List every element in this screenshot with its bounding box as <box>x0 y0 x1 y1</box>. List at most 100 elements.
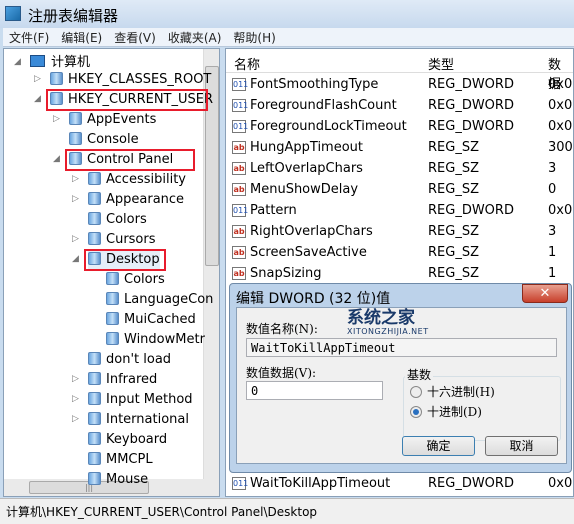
folder-icon <box>88 372 101 385</box>
list-row[interactable]: ab LeftOverlapChars REG_SZ 3 <box>226 158 573 179</box>
value-data: 3 <box>548 224 557 239</box>
reg-dword-icon: 011 <box>232 120 249 133</box>
tree-node[interactable]: WindowMetr <box>106 330 205 350</box>
tree-node[interactable]: Appearance <box>88 190 184 210</box>
menu-edit[interactable]: 编辑(E) <box>55 28 108 47</box>
tree-node[interactable]: Infrared <box>88 370 157 390</box>
list-row-waittokillapptimeout[interactable]: 011 WaitToKillAppTimeout REG_DWORD 0x00 <box>226 473 573 494</box>
value-name: RightOverlapChars <box>250 224 373 239</box>
value-type: REG_DWORD <box>428 476 514 491</box>
tree-vertical-scrollbar[interactable] <box>203 49 219 481</box>
tree-node[interactable]: Keyboard <box>88 430 167 450</box>
tree-node-label: don't load <box>106 352 172 367</box>
tree-node[interactable]: International <box>88 410 189 430</box>
folder-icon <box>106 312 119 325</box>
value-name: ScreenSaveActive <box>250 245 367 260</box>
watermark-sub: XITONGZHIJIA.NET <box>347 327 429 336</box>
tree-node[interactable]: Input Method <box>88 390 193 410</box>
decimal-radio[interactable]: 十进制(D) <box>410 403 482 420</box>
list-row[interactable]: 011 FontSmoothingType REG_DWORD 0x00 <box>226 74 573 95</box>
hex-radio[interactable]: 十六进制(H) <box>410 383 495 400</box>
list-header: 名称 类型 数据 <box>226 49 573 92</box>
tree-node[interactable]: MuiCached <box>106 310 196 330</box>
folder-icon <box>88 392 101 405</box>
tree-node[interactable]: don't load <box>88 350 171 370</box>
list-row[interactable]: ab MenuShowDelay REG_SZ 0 <box>226 179 573 200</box>
value-data-input[interactable]: 0 <box>246 381 383 400</box>
list-row[interactable]: 011 ForegroundFlashCount REG_DWORD 0x00 <box>226 95 573 116</box>
expand-arrow-icon[interactable]: ▷ <box>72 174 79 184</box>
list-row[interactable]: 011 Pattern REG_DWORD 0x00 <box>226 200 573 221</box>
title-bar: 注册表编辑器 <box>0 0 574 28</box>
list-row[interactable]: 011 ForegroundLockTimeout REG_DWORD 0x00 <box>226 116 573 137</box>
tree-node-label: Keyboard <box>106 432 168 447</box>
list-row[interactable]: ab ScreenSaveActive REG_SZ 1 <box>226 242 573 263</box>
column-name[interactable]: 名称 <box>234 54 260 73</box>
close-button[interactable]: ✕ <box>522 284 568 303</box>
tree-node[interactable]: Colors <box>106 270 165 290</box>
expand-arrow-icon[interactable]: ▷ <box>72 414 79 424</box>
registry-tree: ||| ◢ 计算机 ▷ HKEY_CLASSES_ROOT ◢ HKEY_CURRENT_… <box>3 48 220 497</box>
tree-node[interactable]: HKEY_CLASSES_ROOT <box>50 70 211 90</box>
menu-file[interactable]: 文件(F) <box>3 28 55 47</box>
folder-icon <box>88 192 101 205</box>
value-name: SnapSizing <box>250 266 322 281</box>
folder-icon <box>106 272 119 285</box>
value-type: REG_SZ <box>428 182 479 197</box>
menu-help[interactable]: 帮助(H) <box>227 28 281 47</box>
radio-selected-icon <box>410 406 422 418</box>
expand-arrow-icon[interactable]: ▷ <box>53 114 60 124</box>
ok-button[interactable]: 确定 <box>402 436 475 456</box>
tree-node-label: HKEY_CLASSES_ROOT <box>68 72 212 87</box>
tree-node-label: Console <box>87 132 139 147</box>
expand-arrow-icon[interactable]: ▷ <box>72 194 79 204</box>
value-data: 1 <box>548 245 557 260</box>
list-row[interactable]: ab SnapSizing REG_SZ 1 <box>226 263 573 284</box>
column-type[interactable]: 类型 <box>428 54 454 73</box>
dialog-body: 数值名称(N): WaitToKillAppTimeout 系统之家 XITONG… <box>236 307 567 464</box>
value-data: 3 <box>548 161 557 176</box>
tree-node-label: Accessibility <box>106 172 186 187</box>
tree-node[interactable]: Mouse <box>88 470 148 490</box>
tree-node[interactable]: Accessibility <box>88 170 186 190</box>
menu-view[interactable]: 查看(V) <box>108 28 162 47</box>
list-row[interactable]: ab HungAppTimeout REG_SZ 3000 <box>226 137 573 158</box>
value-data: 3000 <box>548 140 573 155</box>
reg-dword-icon: 011 <box>232 477 249 490</box>
reg-dword-icon: 011 <box>232 78 249 91</box>
menu-favorites[interactable]: 收藏夹(A) <box>162 28 228 47</box>
tree-node[interactable]: LanguageCon <box>106 290 213 310</box>
cancel-button[interactable]: 取消 <box>485 436 558 456</box>
value-name: WaitToKillAppTimeout <box>250 476 391 491</box>
collapse-arrow-icon[interactable]: ◢ <box>53 154 60 164</box>
reg-sz-icon: ab <box>232 267 246 280</box>
tree-node-label: Colors <box>124 272 165 287</box>
list-row[interactable]: ab RightOverlapChars REG_SZ 3 <box>226 221 573 242</box>
tree-node[interactable]: MMCPL <box>88 450 153 470</box>
folder-icon <box>88 232 101 245</box>
tree-node[interactable]: Console <box>69 130 139 150</box>
tree-node[interactable]: Cursors <box>88 230 156 250</box>
folder-icon <box>88 452 101 465</box>
value-type: REG_SZ <box>428 266 479 281</box>
expand-arrow-icon[interactable]: ▷ <box>34 74 41 84</box>
edit-dword-dialog: 编辑 DWORD (32 位)值 ✕ 数值名称(N): WaitToKillAp… <box>229 283 572 473</box>
tree-node-label: MuiCached <box>124 312 196 327</box>
tree-node-label: LanguageCon <box>124 292 214 307</box>
reg-sz-icon: ab <box>232 225 246 238</box>
value-type: REG_SZ <box>428 140 479 155</box>
folder-icon <box>88 472 101 485</box>
expand-arrow-icon[interactable]: ▷ <box>72 394 79 404</box>
collapse-arrow-icon[interactable]: ◢ <box>14 57 21 67</box>
tree-node[interactable]: Colors <box>88 210 147 230</box>
tree-node-label: WindowMetr <box>124 332 205 347</box>
expand-arrow-icon[interactable]: ▷ <box>72 234 79 244</box>
tree-node[interactable]: AppEvents <box>69 110 156 130</box>
collapse-arrow-icon[interactable]: ◢ <box>72 254 79 264</box>
value-type: REG_DWORD <box>428 119 514 134</box>
expand-arrow-icon[interactable]: ▷ <box>72 374 79 384</box>
collapse-arrow-icon[interactable]: ◢ <box>34 94 41 104</box>
value-data-label: 数值数据(V): <box>246 366 317 380</box>
value-name-field[interactable]: WaitToKillAppTimeout <box>246 338 557 357</box>
reg-sz-icon: ab <box>232 246 246 259</box>
